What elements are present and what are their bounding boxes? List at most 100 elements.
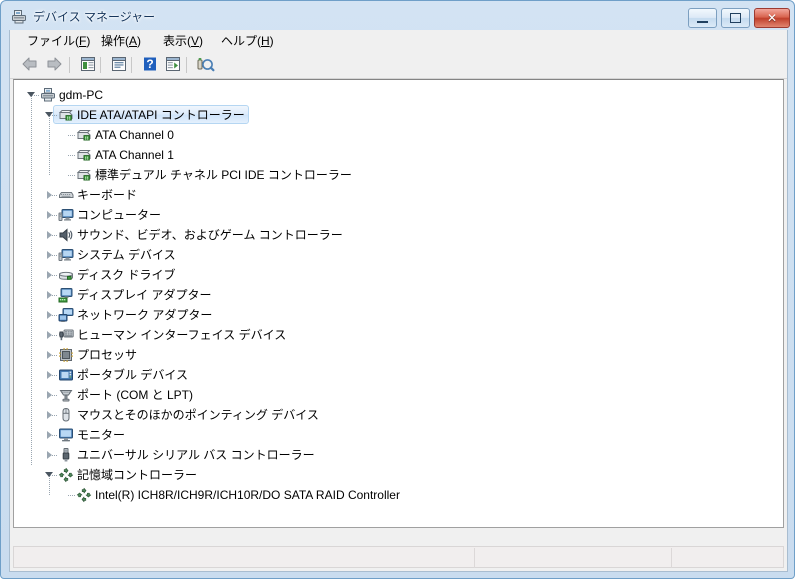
tree-item-label: システム デバイス — [77, 248, 176, 262]
tree-connector — [68, 135, 75, 136]
tree-connector — [50, 115, 57, 116]
tree-connector — [50, 215, 57, 216]
tree-connector — [68, 175, 75, 176]
status-divider — [474, 548, 475, 568]
mouse-icon — [58, 407, 74, 423]
tree-connector — [32, 95, 39, 96]
tree-connector — [50, 435, 57, 436]
processor-icon — [58, 347, 74, 363]
client-area: ファイル(F) 操作(A) 表示(V) ヘルプ(H) ? gdm-PC IDE ATA/… — [9, 30, 788, 572]
tree-item-keyboards[interactable]: キーボード — [14, 185, 783, 205]
device-tree[interactable]: gdm-PC IDE ATA/ATAPI コントローラー ATA Channel 0… — [13, 79, 784, 528]
status-bar — [13, 546, 784, 568]
maximize-icon — [722, 9, 749, 27]
usb-icon — [58, 447, 74, 463]
tree-connector — [68, 155, 75, 156]
tree-item-label: gdm-PC — [59, 88, 104, 102]
tree-item-ata-channel-0[interactable]: ATA Channel 0 — [14, 125, 783, 145]
tree-item-label: Intel(R) ICH8R/ICH9R/ICH10R/DO SATA RAID… — [95, 488, 400, 502]
properties-icon[interactable] — [78, 55, 100, 75]
tree-item-label: IDE ATA/ATAPI コントローラー — [77, 108, 245, 122]
display-adapter-icon — [58, 287, 74, 303]
tree-connector — [50, 415, 57, 416]
tree-item-intel-sata-raid-controller[interactable]: Intel(R) ICH8R/ICH9R/ICH10R/DO SATA RAID… — [14, 485, 783, 505]
minimize-button[interactable] — [688, 8, 717, 28]
tree-item-system-devices[interactable]: システム デバイス — [14, 245, 783, 265]
tree-item-label: ディスプレイ アダプター — [77, 288, 212, 302]
toolbar-separator — [69, 57, 70, 73]
tree-connector — [50, 195, 57, 196]
back-arrow-icon[interactable] — [20, 55, 42, 75]
menu-item-file[interactable]: ファイル(F) — [22, 33, 95, 50]
close-button[interactable]: ✕ — [754, 8, 790, 28]
ide-controller-icon — [76, 147, 92, 163]
tree-item-display-adapters[interactable]: ディスプレイ アダプター — [14, 285, 783, 305]
tree-connector — [50, 315, 57, 316]
tree-connector — [68, 495, 75, 496]
tree-item-label: 標準デュアル チャネル PCI IDE コントローラー — [95, 168, 352, 182]
tree-connector — [50, 275, 57, 276]
tree-connector — [50, 255, 57, 256]
tree-item-label: ATA Channel 1 — [95, 148, 174, 162]
device-manager-window: デバイス マネージャー ✕ ファイル(F) 操作(A) 表示(V) ヘルプ(H) ? … — [0, 0, 795, 579]
tree-connector — [50, 355, 57, 356]
tree-item-label: ディスク ドライブ — [77, 268, 176, 282]
toolbar: ? — [10, 52, 787, 79]
tree-item-gdm-pc[interactable]: gdm-PC — [14, 85, 783, 105]
storage-controller-icon — [76, 487, 92, 503]
tree-item-label: ポータブル デバイス — [77, 368, 188, 382]
menu-item-view[interactable]: 表示(V) — [158, 33, 208, 50]
tree-item-universal-serial-bus-controllers[interactable]: ユニバーサル シリアル バス コントローラー — [14, 445, 783, 465]
tree-item-standard-dual-channel-pci-ide-controller[interactable]: 標準デュアル チャネル PCI IDE コントローラー — [14, 165, 783, 185]
network-adapter-icon — [58, 307, 74, 323]
tree-item-mice-and-other-pointing-devices[interactable]: マウスとそのほかのポインティング デバイス — [14, 405, 783, 425]
tree-item-sound-video-game-controllers[interactable]: サウンド、ビデオ、およびゲーム コントローラー — [14, 225, 783, 245]
tree-item-label: ユニバーサル シリアル バス コントローラー — [77, 448, 315, 462]
ide-controller-icon — [58, 107, 74, 123]
status-divider — [671, 548, 672, 568]
tree-item-disk-drives[interactable]: ディスク ドライブ — [14, 265, 783, 285]
toolbar-separator — [131, 57, 132, 73]
computer-icon — [58, 247, 74, 263]
tree-item-computer[interactable]: コンピューター — [14, 205, 783, 225]
tree-item-human-interface-devices[interactable]: ヒューマン インターフェイス デバイス — [14, 325, 783, 345]
tree-item-label: コンピューター — [77, 208, 162, 222]
ide-controller-icon — [76, 127, 92, 143]
menu-bar: ファイル(F) 操作(A) 表示(V) ヘルプ(H) — [10, 30, 787, 52]
computer-root-icon — [40, 87, 56, 103]
tree-item-ata-channel-1[interactable]: ATA Channel 1 — [14, 145, 783, 165]
tree-item-label: ヒューマン インターフェイス デバイス — [77, 328, 287, 342]
tree-item-monitors[interactable]: モニター — [14, 425, 783, 445]
maximize-button[interactable] — [721, 8, 750, 28]
storage-controller-icon — [58, 467, 74, 483]
tree-connector — [50, 235, 57, 236]
scan-hardware-icon[interactable] — [163, 55, 185, 75]
hid-icon — [58, 327, 74, 343]
tree-item-processors[interactable]: プロセッサ — [14, 345, 783, 365]
portable-device-icon — [58, 367, 74, 383]
update-driver-icon[interactable] — [195, 55, 217, 75]
tree-connector — [50, 375, 57, 376]
tree-item-label: キーボード — [77, 188, 138, 202]
tree-item-storage-controllers[interactable]: 記憶域コントローラー — [14, 465, 783, 485]
speaker-icon — [58, 227, 74, 243]
help-icon[interactable]: ? — [140, 55, 162, 75]
disk-drive-icon — [58, 267, 74, 283]
tree-connector — [50, 475, 57, 476]
forward-arrow-icon[interactable] — [44, 55, 66, 75]
tree-item-network-adapters[interactable]: ネットワーク アダプター — [14, 305, 783, 325]
title-bar: デバイス マネージャー ✕ — [2, 2, 795, 30]
tree-item-ide-ata-atapi-controllers[interactable]: IDE ATA/ATAPI コントローラー — [14, 105, 783, 125]
menu-item-action[interactable]: 操作(A) — [96, 33, 146, 50]
monitor-icon — [58, 427, 74, 443]
port-icon — [58, 387, 74, 403]
tree-item-label: ポート (COM と LPT) — [77, 388, 193, 402]
tree-item-ports-com-lpt[interactable]: ポート (COM と LPT) — [14, 385, 783, 405]
tree-item-label: サウンド、ビデオ、およびゲーム コントローラー — [77, 228, 343, 242]
ide-controller-icon — [76, 167, 92, 183]
tree-connector — [50, 455, 57, 456]
tree-item-portable-devices[interactable]: ポータブル デバイス — [14, 365, 783, 385]
show-hidden-icon[interactable] — [109, 55, 131, 75]
menu-item-help[interactable]: ヘルプ(H) — [216, 33, 279, 50]
keyboard-icon — [58, 187, 74, 203]
